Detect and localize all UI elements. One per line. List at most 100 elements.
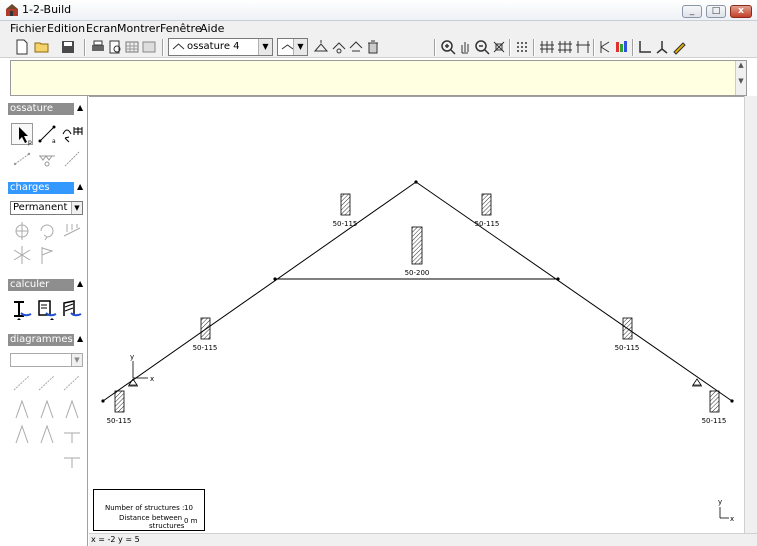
reaction-icon[interactable] xyxy=(61,423,83,445)
chevron-down-icon[interactable]: ▼ xyxy=(258,39,272,55)
menu-ecran[interactable]: Ecran xyxy=(86,22,117,35)
menu-edition[interactable]: Edition xyxy=(47,22,85,35)
minimize-button[interactable]: _ xyxy=(682,5,702,18)
number-of-structures-value: 10 xyxy=(184,504,193,512)
moment-load-icon[interactable] xyxy=(36,220,58,242)
toolbar-separator xyxy=(509,39,511,56)
frame-grid-icon[interactable] xyxy=(539,39,555,55)
deformation-y-icon[interactable] xyxy=(36,372,58,394)
distributed-load-icon[interactable] xyxy=(61,220,83,242)
combined-stress-icon[interactable] xyxy=(36,423,58,445)
zoom-out-icon[interactable] xyxy=(474,39,490,55)
load-case-select[interactable]: Permanent ▼ xyxy=(10,201,83,215)
left-rafter xyxy=(102,181,417,402)
print-icon[interactable] xyxy=(90,39,106,55)
point-load-icon[interactable] xyxy=(11,220,33,242)
snow-load-icon[interactable] xyxy=(11,244,33,266)
section-marker: 50-200 xyxy=(405,226,429,277)
bending-moment-icon[interactable] xyxy=(61,398,83,420)
section-header-calculer[interactable]: calculer xyxy=(8,279,74,291)
menu-montrer[interactable]: Montrer xyxy=(117,22,160,35)
message-pane[interactable]: ▲ ▼ xyxy=(10,60,747,96)
collapse-triangle-icon[interactable]: ▲ xyxy=(77,279,83,288)
structures-info-box: Number of structures : 10 Distance betwe… xyxy=(93,489,205,531)
drawing-canvas[interactable]: 50-115 50-115 50-200 50-115 50-115 50-11… xyxy=(89,96,744,533)
distance-between-label: Distance between xyxy=(119,514,183,522)
maximize-button[interactable]: □ xyxy=(706,5,726,18)
stress-diagram-icon[interactable] xyxy=(11,423,33,445)
node xyxy=(273,277,277,281)
toolbar-separator xyxy=(632,39,634,56)
table-icon[interactable] xyxy=(124,39,140,55)
chevron-down-icon[interactable]: ▼ xyxy=(71,354,82,366)
chevron-down-icon[interactable]: ▼ xyxy=(293,39,307,55)
calculate-report-icon[interactable] xyxy=(36,299,58,321)
wind-load-icon[interactable] xyxy=(36,244,58,266)
status-bar: x = -2 y = 5 xyxy=(89,533,757,546)
calculate-stress-icon[interactable] xyxy=(61,299,83,321)
line-pencil-icon[interactable] xyxy=(61,148,83,170)
section-label: 50-115 xyxy=(475,220,500,228)
structure-select[interactable]: ossature 4 ▼ xyxy=(168,38,273,56)
truss-variant-icon[interactable] xyxy=(331,39,347,55)
chevron-down-icon[interactable]: ▼ xyxy=(71,202,82,214)
section-label: 50-115 xyxy=(333,220,358,228)
structure-drawing[interactable]: 50-115 50-115 50-200 50-115 50-115 50-11… xyxy=(89,97,744,534)
frame-grid-alt-icon[interactable] xyxy=(557,39,573,55)
grid-dots-icon[interactable] xyxy=(514,39,530,55)
app-logo-icon xyxy=(5,3,19,17)
member-properties-icon[interactable] xyxy=(597,39,613,55)
axis-label-x: x xyxy=(150,375,154,383)
toolbar-separator xyxy=(162,39,164,56)
axis-corner-icon[interactable] xyxy=(637,39,653,55)
collapse-triangle-icon[interactable]: ▲ xyxy=(77,103,83,112)
beam-pattern-icon[interactable] xyxy=(36,148,58,170)
message-scrollbar[interactable]: ▲ ▼ xyxy=(735,61,746,95)
truss-copy-icon[interactable] xyxy=(348,39,364,55)
reaction-max-icon[interactable] xyxy=(61,448,83,470)
color-bars-icon[interactable] xyxy=(614,39,630,55)
menu-bar: Fichier Edition Ecran Montrer Fenêtre Ai… xyxy=(0,21,757,37)
collapse-triangle-icon[interactable]: ▲ xyxy=(77,182,83,191)
truss-builder-icon[interactable] xyxy=(61,123,83,145)
frame-bay-icon[interactable] xyxy=(575,39,591,55)
section-header-diagrammes[interactable]: diagrammes xyxy=(8,334,74,346)
menu-fenetre[interactable]: Fenêtre xyxy=(160,22,202,35)
window-icon[interactable] xyxy=(141,39,157,55)
save-icon[interactable] xyxy=(60,39,76,55)
toolbar-separator xyxy=(533,39,535,56)
draw-member-icon[interactable]: a xyxy=(36,123,58,145)
trash-icon[interactable] xyxy=(365,39,381,55)
close-button[interactable]: x xyxy=(730,5,752,18)
add-truss-icon[interactable] xyxy=(313,39,329,55)
shear-force-icon[interactable] xyxy=(36,398,58,420)
axis-label-x: x xyxy=(730,515,734,523)
axis-label-y: y xyxy=(718,498,722,506)
open-folder-icon[interactable] xyxy=(34,39,50,55)
pencil-icon[interactable] xyxy=(671,39,687,55)
zoom-extents-icon[interactable] xyxy=(491,39,507,55)
section-header-ossature[interactable]: ossature xyxy=(8,103,74,115)
section-header-charges[interactable]: charges xyxy=(8,182,74,194)
node xyxy=(556,277,560,281)
support-icon[interactable] xyxy=(654,39,670,55)
section-marker: 50-115 xyxy=(615,317,639,352)
load-case-value: Permanent xyxy=(13,202,68,213)
new-file-icon[interactable] xyxy=(14,39,30,55)
menu-aide[interactable]: Aide xyxy=(200,22,224,35)
collapse-triangle-icon[interactable]: ▲ xyxy=(77,334,83,343)
deformation-total-icon[interactable] xyxy=(61,372,83,394)
truss-type-select[interactable]: ▼ xyxy=(277,38,308,56)
node xyxy=(414,180,418,184)
diagonal-member-icon[interactable] xyxy=(11,148,33,170)
menu-fichier[interactable]: Fichier xyxy=(10,22,46,35)
select-pointer-icon[interactable]: p xyxy=(11,123,33,146)
print-preview-icon[interactable] xyxy=(107,39,123,55)
calculate-section-icon[interactable] xyxy=(11,299,33,321)
normal-force-icon[interactable] xyxy=(11,398,33,420)
canvas-scrollbar[interactable] xyxy=(744,96,757,533)
diagram-select[interactable]: ▼ xyxy=(10,353,83,367)
zoom-in-icon[interactable] xyxy=(440,39,456,55)
deformation-x-icon[interactable] xyxy=(11,372,33,394)
pan-hand-icon[interactable] xyxy=(457,39,473,55)
